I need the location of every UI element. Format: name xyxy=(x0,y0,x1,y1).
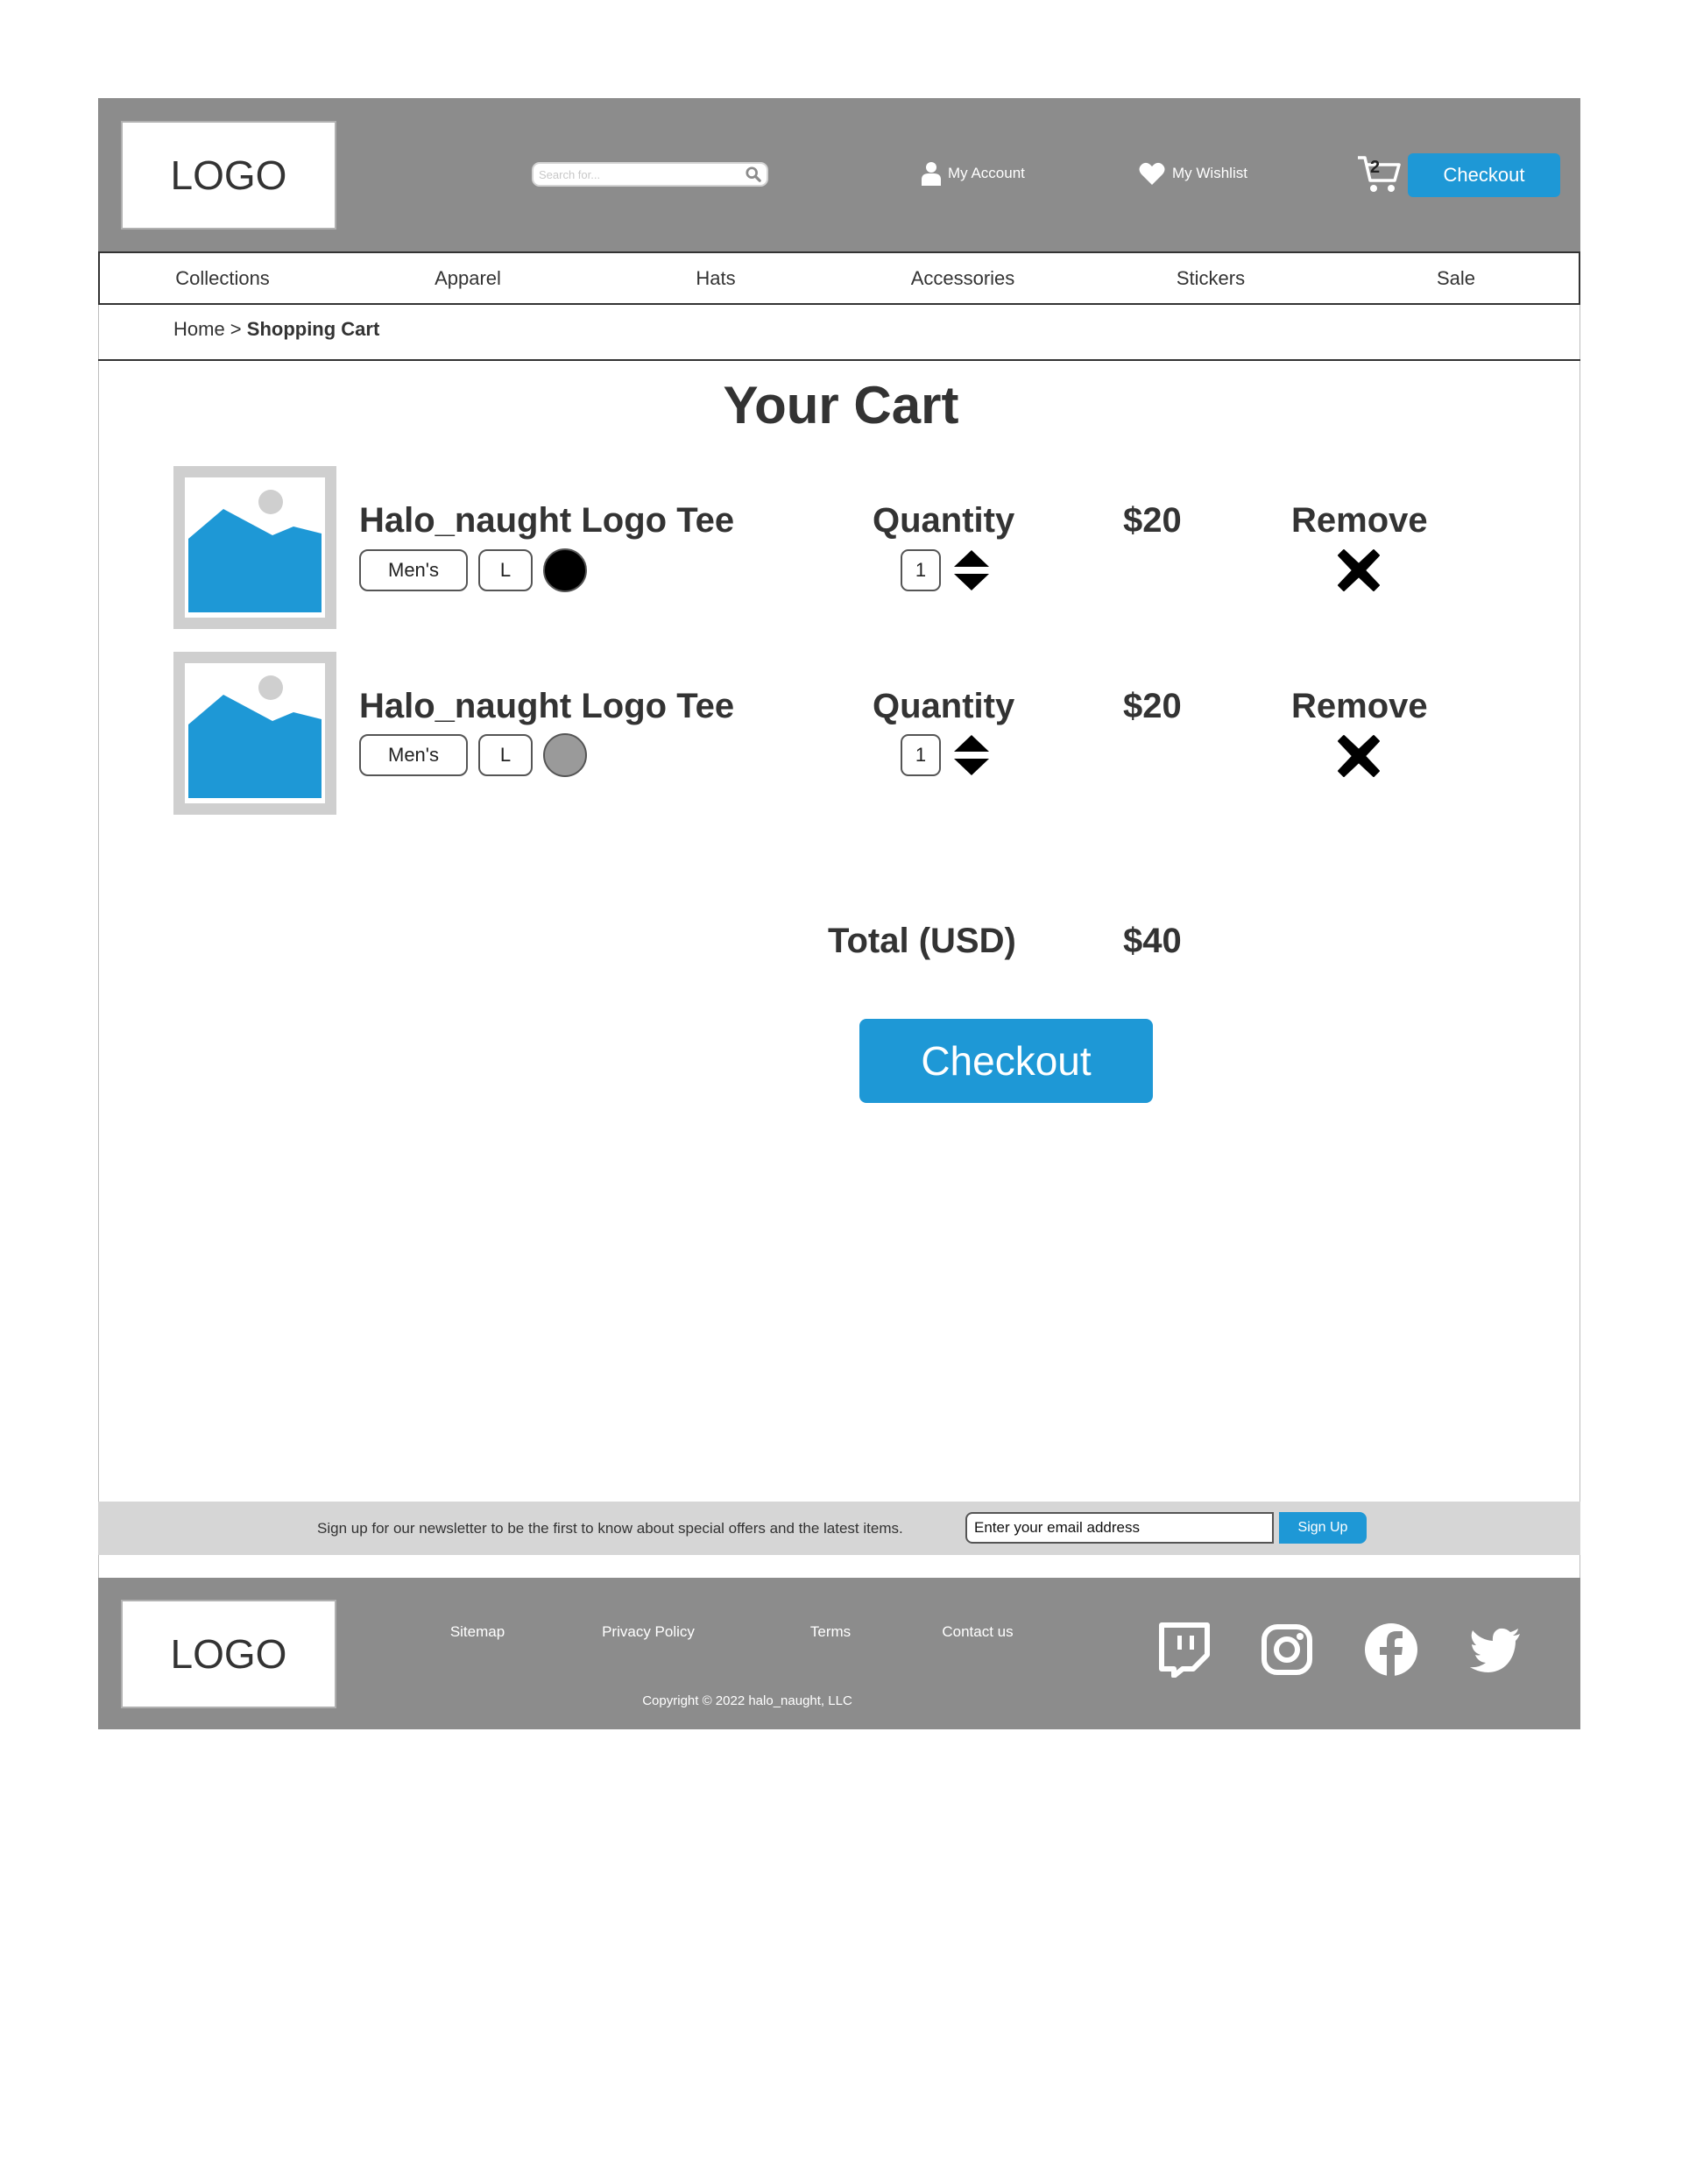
nav-item-collections[interactable]: Collections xyxy=(175,253,270,303)
my-wishlist-link[interactable]: My Wishlist xyxy=(1139,156,1247,191)
nav-item-sale[interactable]: Sale xyxy=(1437,253,1475,303)
quantity-stepper-icon[interactable] xyxy=(953,548,990,592)
checkout-button[interactable]: Checkout xyxy=(859,1019,1153,1103)
my-wishlist-label: My Wishlist xyxy=(1172,165,1247,181)
page-title: Your Cart xyxy=(723,376,959,435)
newsletter-bar: Sign up for our newsletter to be the fir… xyxy=(98,1502,1580,1555)
heart-icon xyxy=(1139,162,1165,185)
color-swatch[interactable] xyxy=(543,733,587,777)
quantity-stepper-icon[interactable] xyxy=(953,733,990,777)
quantity-label: Quantity xyxy=(873,687,1015,725)
instagram-icon[interactable] xyxy=(1259,1622,1315,1678)
breadcrumb: Home > Shopping Cart xyxy=(173,318,379,341)
color-swatch[interactable] xyxy=(543,548,587,592)
site-footer: LOGO Sitemap Privacy Policy Terms Contac… xyxy=(98,1578,1580,1729)
product-name[interactable]: Halo_naught Logo Tee xyxy=(359,501,734,541)
quantity-value[interactable]: 1 xyxy=(901,734,941,776)
facebook-icon[interactable] xyxy=(1363,1622,1419,1678)
total-label: Total (USD) xyxy=(828,922,1016,960)
size-option[interactable]: L xyxy=(478,549,533,591)
footer-link-terms[interactable]: Terms xyxy=(810,1623,851,1641)
header-logo[interactable]: LOGO xyxy=(121,121,336,230)
quantity-label: Quantity xyxy=(873,501,1015,540)
site-header: LOGO My Account My Wishlist 2 Checkout xyxy=(98,98,1580,252)
search-input[interactable] xyxy=(539,164,740,185)
remove-label: Remove xyxy=(1291,501,1428,540)
breadcrumb-divider xyxy=(98,359,1580,361)
header-checkout-button[interactable]: Checkout xyxy=(1408,153,1560,197)
main-nav: Collections Apparel Hats Accessories Sti… xyxy=(98,251,1580,305)
remove-icon[interactable] xyxy=(1335,547,1382,594)
product-image[interactable] xyxy=(173,652,336,815)
page-frame xyxy=(98,98,1580,1729)
quantity-value[interactable]: 1 xyxy=(901,549,941,591)
twitch-icon[interactable] xyxy=(1155,1622,1211,1678)
nav-item-accessories[interactable]: Accessories xyxy=(911,253,1015,303)
nav-item-apparel[interactable]: Apparel xyxy=(435,253,501,303)
newsletter-email-input[interactable] xyxy=(965,1512,1274,1544)
nav-item-hats[interactable]: Hats xyxy=(696,253,735,303)
fit-option[interactable]: Men's xyxy=(359,734,468,776)
fit-option[interactable]: Men's xyxy=(359,549,468,591)
item-price: $20 xyxy=(1123,501,1182,540)
size-option[interactable]: L xyxy=(478,734,533,776)
remove-icon[interactable] xyxy=(1335,732,1382,780)
copyright-text: Copyright © 2022 halo_naught, LLC xyxy=(642,1693,852,1708)
footer-link-sitemap[interactable]: Sitemap xyxy=(450,1623,505,1641)
footer-link-privacy-policy[interactable]: Privacy Policy xyxy=(602,1623,695,1641)
search-icon[interactable] xyxy=(746,166,761,182)
newsletter-signup-button[interactable]: Sign Up xyxy=(1279,1512,1367,1544)
footer-link-contact-us[interactable]: Contact us xyxy=(942,1623,1013,1641)
image-placeholder-icon xyxy=(185,663,325,803)
product-name[interactable]: Halo_naught Logo Tee xyxy=(359,687,734,726)
product-image[interactable] xyxy=(173,466,336,629)
breadcrumb-current: Shopping Cart xyxy=(246,318,380,340)
my-account-link[interactable]: My Account xyxy=(922,156,1025,191)
nav-item-stickers[interactable]: Stickers xyxy=(1177,253,1245,303)
cart-count-badge: 2 xyxy=(1370,158,1381,177)
remove-label: Remove xyxy=(1291,687,1428,725)
newsletter-text: Sign up for our newsletter to be the fir… xyxy=(317,1520,903,1537)
breadcrumb-home[interactable]: Home xyxy=(173,318,225,340)
image-placeholder-icon xyxy=(185,477,325,618)
item-price: $20 xyxy=(1123,687,1182,725)
search-bar xyxy=(532,162,768,187)
my-account-label: My Account xyxy=(948,165,1025,181)
breadcrumb-separator: > xyxy=(224,318,247,340)
twitter-icon[interactable] xyxy=(1467,1622,1523,1678)
total-value: $40 xyxy=(1123,922,1182,960)
footer-logo[interactable]: LOGO xyxy=(121,1600,336,1708)
user-icon xyxy=(922,162,941,186)
